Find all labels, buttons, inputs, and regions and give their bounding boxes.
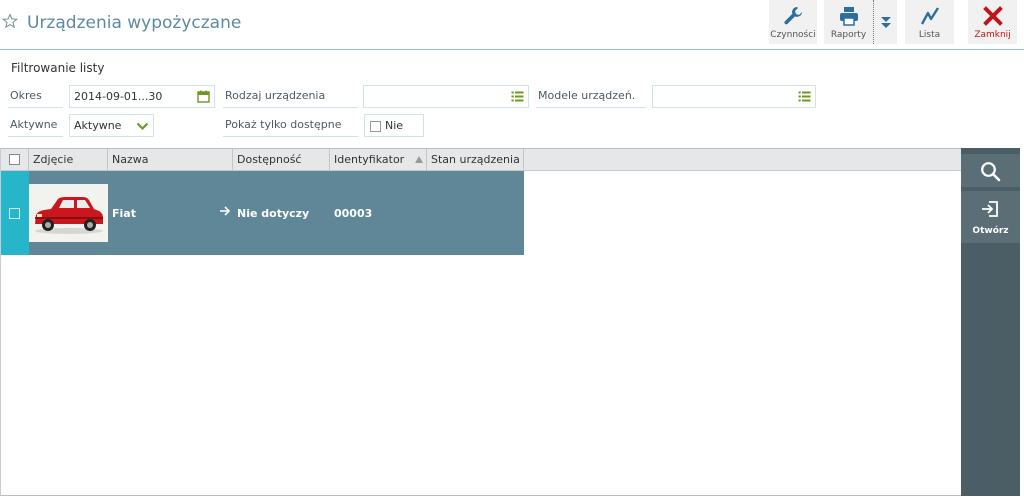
device-models-label: Modele urządzeń.	[536, 85, 646, 108]
chevron-down-icon	[136, 122, 149, 131]
select-all-checkbox[interactable]	[9, 154, 20, 165]
cell-identifier: 00003	[334, 207, 373, 220]
reports-button[interactable]: Raporty	[824, 0, 873, 44]
list-label: Lista	[918, 30, 941, 40]
open-label: Otwórz	[972, 226, 1009, 236]
row-selection-marker	[1, 171, 29, 255]
column-header-identifier[interactable]: Identyfikator	[330, 149, 427, 170]
list-button[interactable]: Lista	[905, 0, 954, 44]
device-models-field[interactable]	[652, 85, 816, 108]
search-icon	[981, 162, 1001, 182]
period-label: Okres	[8, 85, 63, 108]
actions-label: Czynności	[770, 30, 816, 40]
close-label: Zamknij	[974, 30, 1011, 40]
column-header-device-state[interactable]: Stan urządzenia	[427, 149, 524, 170]
active-value: Aktywne	[74, 119, 122, 132]
show-available-checkbox-field[interactable]: Nie	[364, 114, 424, 137]
sign-in-icon	[982, 201, 998, 217]
reports-dropdown-button[interactable]	[873, 0, 897, 44]
printer-icon	[839, 7, 858, 26]
sort-ascending-icon	[415, 156, 423, 163]
period-field[interactable]: 2014-09-01...30	[69, 85, 215, 108]
column-header-photo[interactable]: Zdjęcie	[29, 149, 108, 170]
active-select[interactable]: Aktywne	[69, 114, 154, 137]
show-available-checkbox[interactable]	[370, 121, 381, 132]
active-label: Aktywne	[8, 114, 63, 137]
row-checkbox[interactable]	[9, 208, 20, 219]
data-grid: Zdjęcie Nazwa Dostępność Identyfikator S…	[0, 148, 961, 496]
column-header-availability[interactable]: Dostępność	[233, 149, 330, 170]
list-icon[interactable]	[798, 90, 811, 103]
column-header-identifier-label: Identyfikator	[334, 153, 405, 166]
close-button[interactable]: Zamknij	[968, 0, 1017, 44]
list-icon[interactable]	[511, 90, 524, 103]
close-icon	[982, 6, 1003, 26]
open-button[interactable]: Otwórz	[961, 191, 1020, 243]
device-type-label: Rodzaj urządzenia	[223, 85, 358, 108]
chart-line-icon	[920, 7, 939, 25]
wrench-icon	[784, 7, 802, 25]
device-type-field[interactable]	[363, 85, 529, 108]
car-image	[29, 184, 108, 242]
search-button[interactable]	[961, 154, 1020, 187]
grid-header: Zdjęcie Nazwa Dostępność Identyfikator S…	[1, 149, 961, 171]
filter-title: Filtrowanie listy	[11, 61, 105, 75]
star-icon[interactable]	[2, 13, 18, 29]
double-chevron-down-icon	[880, 17, 891, 28]
arrow-right-icon[interactable]	[219, 205, 231, 217]
device-photo	[29, 184, 108, 242]
period-value: 2014-09-01...30	[74, 90, 163, 103]
table-row[interactable]: Fiat Nie dotyczy 00003	[1, 171, 524, 255]
show-available-value: Nie	[385, 119, 404, 132]
side-panel: Otwórz	[961, 148, 1020, 496]
reports-label: Raporty	[830, 30, 867, 40]
cell-name: Fiat	[112, 207, 136, 220]
header: Urządzenia wypożyczane Czynności Raporty	[0, 0, 1024, 50]
select-all-cell	[1, 149, 29, 170]
page-title: Urządzenia wypożyczane	[27, 13, 242, 33]
show-available-label: Pokaż tylko dostępne	[223, 114, 358, 137]
cell-availability: Nie dotyczy	[237, 207, 310, 220]
actions-button[interactable]: Czynności	[769, 0, 817, 44]
column-header-name[interactable]: Nazwa	[108, 149, 233, 170]
calendar-icon[interactable]	[197, 90, 210, 103]
